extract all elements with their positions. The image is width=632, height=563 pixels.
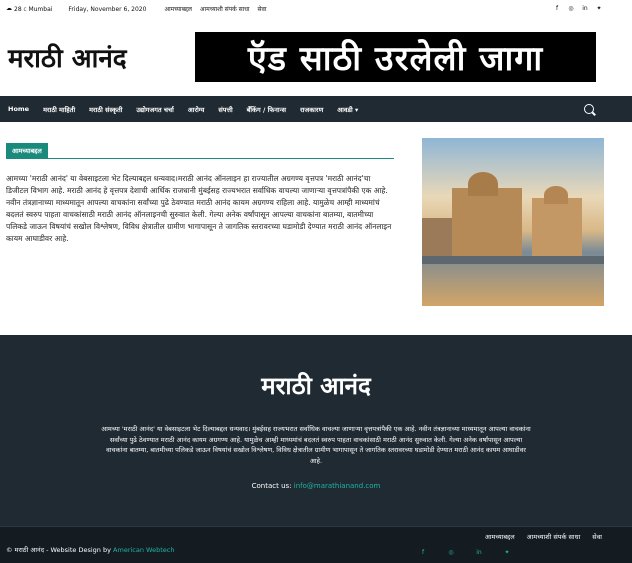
mumbai-photo <box>422 138 604 306</box>
nav-item-favorites-label: आवडी <box>337 105 353 114</box>
weather-widget: ☁ 28 C Mumbai <box>6 6 52 13</box>
weather-temp: 28 <box>14 5 22 13</box>
bottom-links: आमच्याबद्दल आमच्याशी संपर्क साधा सेवा <box>485 532 602 541</box>
top-links: आमच्याबद्दल आमच्याशी संपर्क साधा सेवा <box>164 5 266 13</box>
site-header: मराठी आनंद ऍड साठी उरलेली जागा <box>0 18 632 96</box>
copyright: © मराठी आनंद - Website Design by America… <box>6 545 174 554</box>
footer-contact: Contact us: info@marathianand.com <box>0 482 632 490</box>
linkedin-icon[interactable]: in <box>476 550 482 556</box>
nav-item-culture[interactable]: मराठी संस्कृती <box>89 105 122 114</box>
instagram-icon[interactable]: ◎ <box>448 550 454 556</box>
top-link-contact[interactable]: आमच्याशी संपर्क साधा <box>200 5 250 13</box>
current-date: Friday, November 6, 2020 <box>68 5 147 13</box>
linkedin-icon[interactable]: in <box>582 6 588 12</box>
site-logo[interactable]: मराठी आनंद <box>8 39 195 75</box>
twitter-icon[interactable]: ✦ <box>504 550 510 556</box>
contact-email-link[interactable]: info@marathianand.com <box>294 482 381 490</box>
nav-item-business[interactable]: उद्योगजगत चर्चा <box>136 105 173 114</box>
ad-banner[interactable]: ऍड साठी उरलेली जागा <box>195 32 596 82</box>
bottom-social-links: f ◎ in ✦ <box>420 550 510 556</box>
bottom-bar: © मराठी आनंद - Website Design by America… <box>0 526 632 563</box>
top-link-about[interactable]: आमच्याबद्दल <box>164 5 192 13</box>
nav-item-favorites[interactable]: आवडी ▾ <box>337 105 358 114</box>
footer-description: आमच्या 'मराठी आनंद' या वेबसाइटला भेट दिल… <box>101 425 531 465</box>
facebook-icon[interactable]: f <box>420 550 426 556</box>
top-social-links: f ◎ in ✦ <box>554 6 602 12</box>
nav-item-wealth[interactable]: संपत्ती <box>218 105 232 114</box>
copyright-text: © मराठी आनंद - Website Design by <box>6 546 111 554</box>
bottom-link-services[interactable]: सेवा <box>592 532 602 541</box>
main-nav: Home मराठी माहिती मराठी संस्कृती उद्योगज… <box>0 96 632 122</box>
designer-link[interactable]: American Webtech <box>113 546 174 554</box>
footer-logo[interactable]: मराठी आनंद <box>0 369 632 402</box>
main-content: आमच्याबद्दल आमच्या 'मराठी आनंद' या वेबसा… <box>0 122 632 335</box>
site-footer: मराठी आनंद आमच्या 'मराठी आनंद' या वेबसाइ… <box>0 335 632 526</box>
bottom-link-about[interactable]: आमच्याबद्दल <box>485 532 515 541</box>
nav-item-home[interactable]: Home <box>8 105 29 113</box>
section-title: आमच्याबद्दल <box>6 143 48 158</box>
nav-item-health[interactable]: आरोग्य <box>188 105 205 114</box>
weather-city: Mumbai <box>28 5 53 13</box>
search-icon[interactable] <box>584 104 594 114</box>
weather-cloud-icon: ☁ <box>6 5 12 12</box>
nav-item-politics[interactable]: राजकारण <box>300 105 323 114</box>
facebook-icon[interactable]: f <box>554 6 560 12</box>
instagram-icon[interactable]: ◎ <box>568 6 574 12</box>
weather-unit: C <box>23 6 27 12</box>
about-text: आमच्या 'मराठी आनंद' या वेबसाइटला भेट दिल… <box>6 174 392 243</box>
about-section: आमच्याबद्दल आमच्या 'मराठी आनंद' या वेबसा… <box>6 138 398 335</box>
nav-item-marathi-info[interactable]: मराठी माहिती <box>43 105 75 114</box>
top-link-services[interactable]: सेवा <box>258 5 267 13</box>
bottom-link-contact[interactable]: आमच्याशी संपर्क साधा <box>527 532 581 541</box>
top-bar: ☁ 28 C Mumbai Friday, November 6, 2020 आ… <box>0 0 632 18</box>
contact-label: Contact us: <box>251 482 292 490</box>
chevron-down-icon: ▾ <box>354 105 359 114</box>
section-divider <box>6 158 394 159</box>
twitter-icon[interactable]: ✦ <box>596 6 602 12</box>
nav-item-banking[interactable]: बँकिंग / फिनान्स <box>247 105 286 114</box>
